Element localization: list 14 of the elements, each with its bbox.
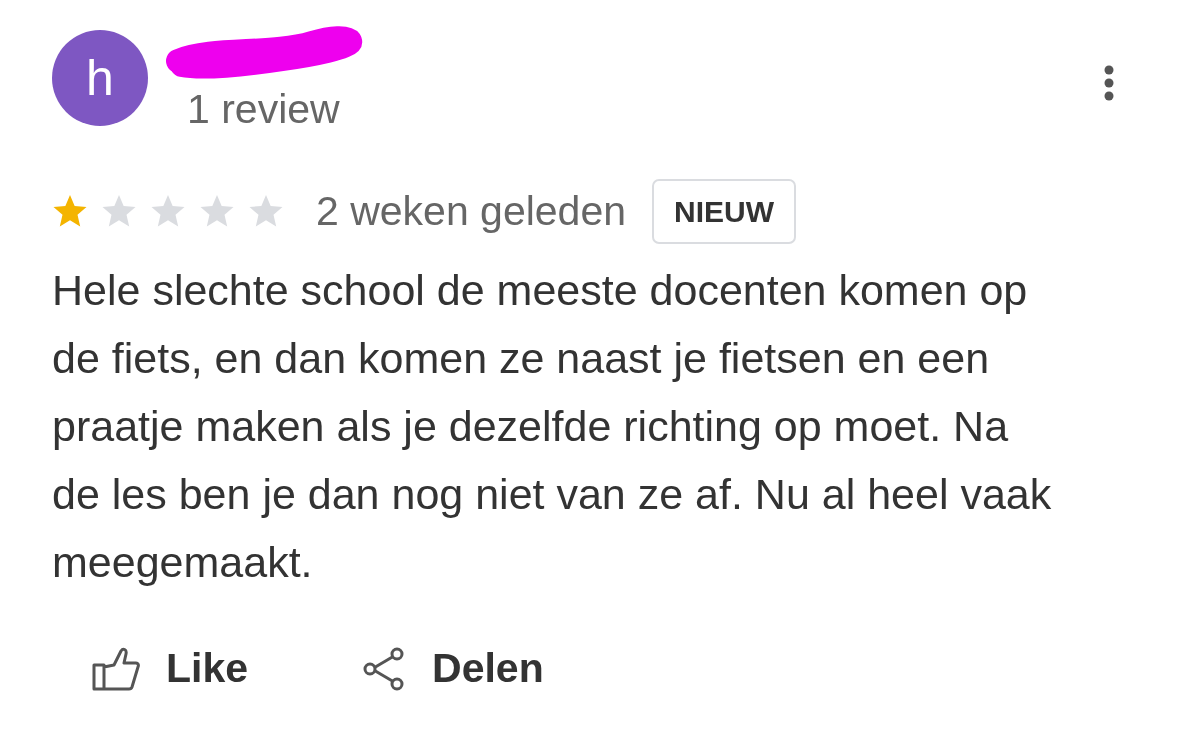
star-icon <box>52 193 88 229</box>
new-badge: NIEUW <box>652 178 797 244</box>
share-button[interactable]: Delen <box>362 644 544 694</box>
review-time: 2 weken geleden <box>316 186 627 236</box>
star-icon <box>101 193 137 229</box>
more-menu-icon[interactable] <box>1104 65 1114 101</box>
review-text: Hele slechte school de meeste docenten komen op de fiets, en dan komen ze naast je fietsen en een praatje maken als je dezelfde richting op moet. Na de les ben je dan nog niet van ze af. Nu al heel vaak meegemaakt. <box>52 265 1053 589</box>
avatar: h <box>52 30 148 126</box>
star-icon <box>199 193 235 229</box>
star-icon <box>248 193 284 229</box>
thumbs-up-icon <box>92 646 140 691</box>
like-button[interactable]: Like <box>92 644 249 694</box>
review-count: 1 review <box>187 85 341 134</box>
star-icon <box>150 193 186 229</box>
